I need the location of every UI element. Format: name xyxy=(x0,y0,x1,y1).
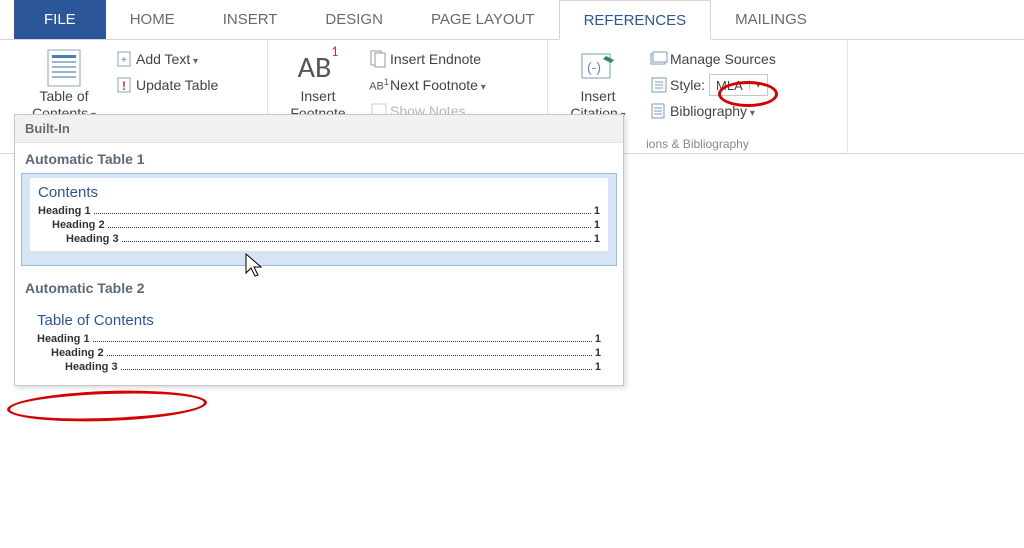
footnote-icon: AB1 xyxy=(298,48,339,88)
style-combobox[interactable]: MLA ▾ xyxy=(709,74,768,96)
update-table-label: Update Table xyxy=(136,77,218,93)
tab-insert[interactable]: INSERT xyxy=(199,0,302,39)
manage-sources-button[interactable]: Manage Sources xyxy=(644,46,780,72)
footnote-ab: AB xyxy=(298,49,332,86)
tab-page-layout[interactable]: PAGE LAYOUT xyxy=(407,0,559,39)
toc-line: Heading 11 xyxy=(37,333,601,345)
tab-references[interactable]: REFERENCES xyxy=(559,0,712,40)
footnote-sup: 1 xyxy=(331,43,338,60)
manage-sources-icon xyxy=(648,50,670,68)
toc-preview-1: Contents Heading 11 Heading 21 Heading 31 xyxy=(30,178,608,251)
tab-file[interactable]: FILE xyxy=(14,0,106,39)
style-selector[interactable]: Style: MLA ▾ xyxy=(644,72,780,98)
bibliography-label: Bibliography xyxy=(670,103,755,119)
ribbon-tabs: FILE HOME INSERT DESIGN PAGE LAYOUT REFE… xyxy=(0,0,1024,40)
gallery-auto2-title: Automatic Table 2 xyxy=(15,272,623,302)
svg-text:(-): (-) xyxy=(587,59,601,75)
toc-line: Heading 11 xyxy=(38,205,600,217)
toc-line: Heading 31 xyxy=(37,361,601,373)
bibliography-button[interactable]: Bibliography xyxy=(644,98,780,124)
bibliography-icon xyxy=(648,102,670,120)
update-table-icon: ! xyxy=(114,76,136,94)
next-footnote-button[interactable]: AB1 Next Footnote xyxy=(364,72,490,98)
svg-text:!: ! xyxy=(122,79,126,93)
toc-icon xyxy=(47,48,81,88)
toc-gallery: Built-In Automatic Table 1 Contents Head… xyxy=(14,114,624,386)
annotation-circle-auto2 xyxy=(7,388,208,425)
gallery-item-auto1[interactable]: Contents Heading 11 Heading 21 Heading 31 xyxy=(21,173,617,266)
update-table-button[interactable]: ! Update Table xyxy=(110,72,222,98)
add-text-label: Add Text xyxy=(136,51,198,67)
citation-icon: (-) xyxy=(578,48,618,88)
endnote-icon xyxy=(368,50,390,68)
add-text-button[interactable]: + Add Text xyxy=(110,46,222,72)
add-text-icon: + xyxy=(114,50,136,68)
tab-mailings[interactable]: MAILINGS xyxy=(711,0,831,39)
gallery-header-builtin: Built-In xyxy=(15,115,623,143)
next-footnote-icon: AB1 xyxy=(368,77,390,93)
gallery-auto1-title: Automatic Table 1 xyxy=(15,143,623,173)
style-label: Style: xyxy=(670,77,705,93)
insert-endnote-button[interactable]: Insert Endnote xyxy=(364,46,490,72)
toc-line: Heading 21 xyxy=(38,219,600,231)
style-value: MLA xyxy=(710,78,749,93)
gallery-item-auto2[interactable]: Table of Contents Heading 11 Heading 21 He… xyxy=(21,306,617,379)
toc-line: Heading 21 xyxy=(37,347,601,359)
chevron-down-icon[interactable]: ▾ xyxy=(749,80,767,91)
manage-sources-label: Manage Sources xyxy=(670,51,776,67)
next-footnote-label: Next Footnote xyxy=(390,77,486,93)
insert-endnote-label: Insert Endnote xyxy=(390,51,481,67)
tab-design[interactable]: DESIGN xyxy=(301,0,407,39)
svg-text:+: + xyxy=(121,55,127,66)
toc-line: Heading 31 xyxy=(38,233,600,245)
toc-preview-2: Table of Contents Heading 11 Heading 21 He… xyxy=(29,306,609,379)
toc-preview1-title: Contents xyxy=(38,184,600,201)
tab-home[interactable]: HOME xyxy=(106,0,199,39)
style-icon xyxy=(648,76,670,94)
toc-preview2-title: Table of Contents xyxy=(37,312,601,329)
